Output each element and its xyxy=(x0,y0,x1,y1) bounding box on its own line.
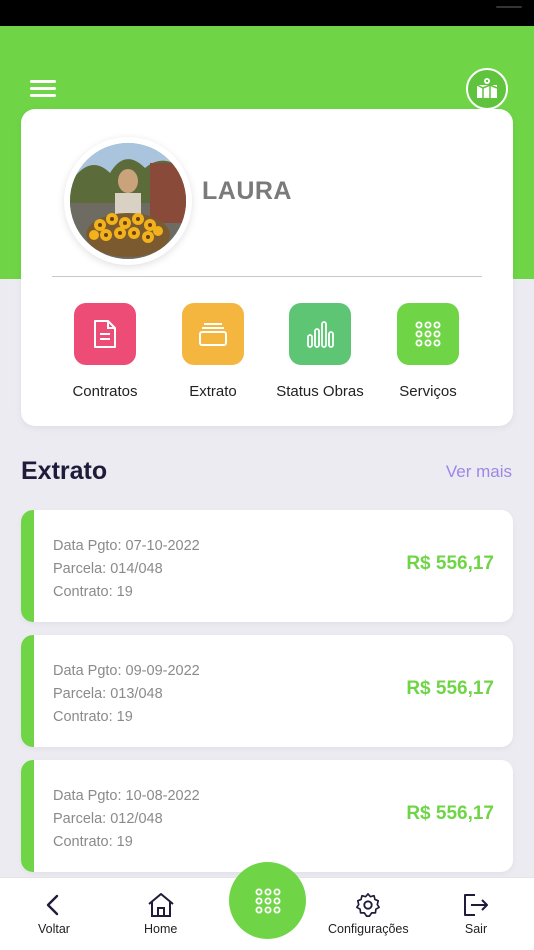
document-icon xyxy=(74,303,136,365)
entry-accent-bar xyxy=(21,510,34,622)
status-indicator xyxy=(496,6,522,8)
nav-label: Home xyxy=(144,922,178,936)
avatar[interactable] xyxy=(64,137,192,265)
services-fab[interactable] xyxy=(229,862,306,939)
entry-amount: R$ 556,17 xyxy=(406,803,494,824)
cards-icon xyxy=(182,303,244,365)
shortcut-status-obras[interactable]: Status Obras xyxy=(265,303,375,400)
shortcut-label: Extrato xyxy=(189,383,237,400)
nav-label: Sair xyxy=(464,922,488,936)
status-bar xyxy=(0,0,534,26)
avatar-photo xyxy=(70,143,186,259)
bar-chart-icon xyxy=(289,303,351,365)
shortcut-servicos[interactable]: Serviços xyxy=(373,303,483,400)
extrato-entry[interactable]: Data Pgto: 07-10-2022 Parcela: 014/048 C… xyxy=(21,510,513,622)
nav-home[interactable]: Home xyxy=(144,892,177,936)
home-icon xyxy=(148,893,174,917)
user-name: LAURA xyxy=(202,177,292,205)
entry-contract: Contrato: 19 xyxy=(53,834,133,850)
entry-installment: Parcela: 014/048 xyxy=(53,561,163,577)
entry-amount: R$ 556,17 xyxy=(406,553,494,574)
gear-icon xyxy=(356,893,381,917)
map-logo-icon[interactable] xyxy=(466,68,508,110)
logout-icon xyxy=(464,894,488,916)
entry-date: Data Pgto: 10-08-2022 xyxy=(53,788,200,804)
divider xyxy=(52,276,482,277)
nav-back[interactable]: Voltar xyxy=(38,892,70,936)
shortcut-label: Status Obras xyxy=(276,383,364,400)
see-more-link[interactable]: Ver mais xyxy=(446,462,512,482)
entry-accent-bar xyxy=(21,635,34,747)
nav-logout[interactable]: Sair xyxy=(461,892,491,936)
shortcut-extrato[interactable]: Extrato xyxy=(158,303,268,400)
shortcut-label: Contratos xyxy=(72,383,138,400)
shortcut-label: Serviços xyxy=(399,383,457,400)
entry-installment: Parcela: 013/048 xyxy=(53,686,163,702)
entry-contract: Contrato: 19 xyxy=(53,584,133,600)
entry-contract: Contrato: 19 xyxy=(53,709,133,725)
nav-label: Voltar xyxy=(38,922,70,936)
entry-amount: R$ 556,17 xyxy=(406,678,494,699)
chevron-left-icon xyxy=(46,894,59,916)
hamburger-menu-icon[interactable] xyxy=(30,80,56,98)
entry-date: Data Pgto: 09-09-2022 xyxy=(53,663,200,679)
nav-settings[interactable]: Configurações xyxy=(328,892,409,936)
nav-label: Configurações xyxy=(328,922,409,936)
extrato-entry[interactable]: Data Pgto: 10-08-2022 Parcela: 012/048 C… xyxy=(21,760,513,872)
grid-dots-icon xyxy=(255,888,280,913)
shortcut-contratos[interactable]: Contratos xyxy=(50,303,160,400)
profile-card: LAURA Contratos Extrato Status Obras Ser… xyxy=(21,109,513,426)
extrato-section-title: Extrato xyxy=(21,457,108,485)
entry-date: Data Pgto: 07-10-2022 xyxy=(53,538,200,554)
entry-accent-bar xyxy=(21,760,34,872)
grid-dots-icon xyxy=(397,303,459,365)
entry-installment: Parcela: 012/048 xyxy=(53,811,163,827)
extrato-entry[interactable]: Data Pgto: 09-09-2022 Parcela: 013/048 C… xyxy=(21,635,513,747)
